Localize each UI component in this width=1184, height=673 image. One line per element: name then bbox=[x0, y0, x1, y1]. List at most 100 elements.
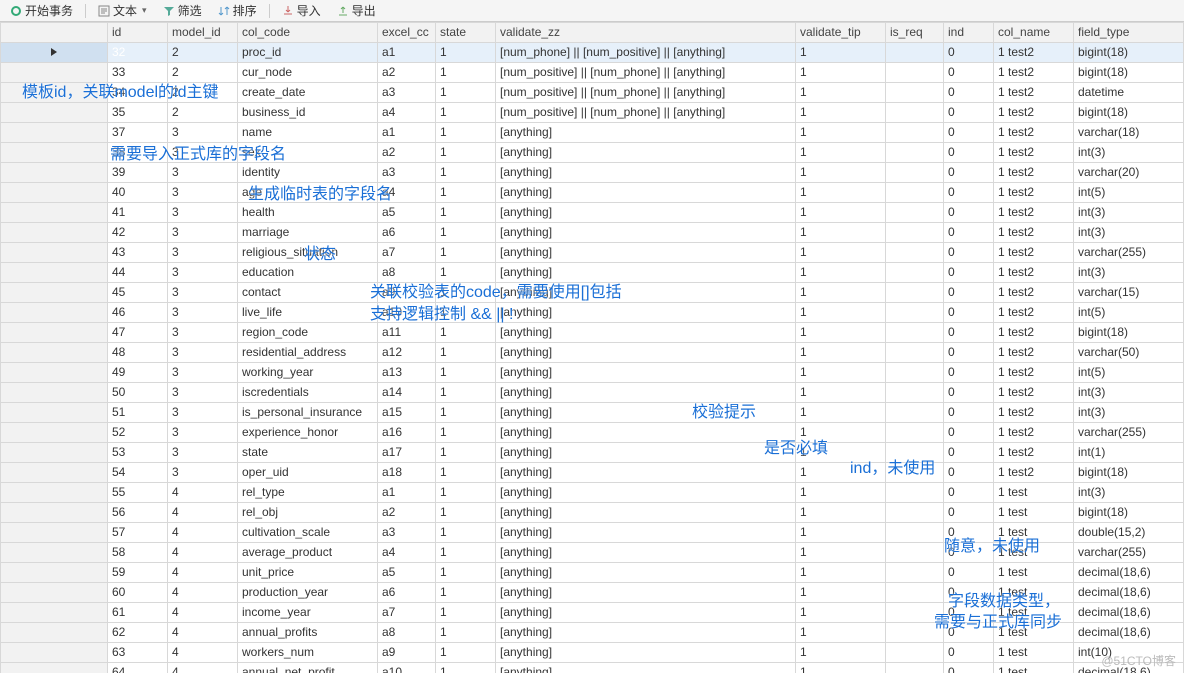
cell-state[interactable]: 1 bbox=[436, 83, 496, 103]
col-ind[interactable]: ind bbox=[944, 23, 994, 43]
row-handle[interactable] bbox=[1, 143, 108, 163]
cell-is-req[interactable] bbox=[886, 103, 944, 123]
row-handle[interactable] bbox=[1, 443, 108, 463]
cell-col-code[interactable]: marriage bbox=[238, 223, 378, 243]
cell-model-id[interactable]: 4 bbox=[168, 663, 238, 673]
cell-id[interactable]: 37 bbox=[108, 123, 168, 143]
cell-col-name[interactable]: 1 test2 bbox=[994, 243, 1074, 263]
cell-col-code[interactable]: name bbox=[238, 123, 378, 143]
row-handle[interactable] bbox=[1, 543, 108, 563]
cell-is-req[interactable] bbox=[886, 223, 944, 243]
cell-col-code[interactable]: income_year bbox=[238, 603, 378, 623]
cell-col-name[interactable]: 1 test2 bbox=[994, 423, 1074, 443]
cell-validate-tip[interactable]: 1 bbox=[796, 623, 886, 643]
row-handle[interactable] bbox=[1, 463, 108, 483]
cell-ind[interactable]: 0 bbox=[944, 63, 994, 83]
row-handle[interactable] bbox=[1, 263, 108, 283]
cell-field-type[interactable]: varchar(15) bbox=[1074, 283, 1184, 303]
cell-ind[interactable]: 0 bbox=[944, 223, 994, 243]
table-row[interactable]: 493working_yeara131[anything]101 test2in… bbox=[1, 363, 1184, 383]
cell-is-req[interactable] bbox=[886, 203, 944, 223]
cell-col-code[interactable]: sex bbox=[238, 143, 378, 163]
cell-is-req[interactable] bbox=[886, 343, 944, 363]
cell-state[interactable]: 1 bbox=[436, 343, 496, 363]
cell-excel-col-code[interactable]: a2 bbox=[378, 143, 436, 163]
cell-validate-zz[interactable]: [anything] bbox=[496, 323, 796, 343]
cell-state[interactable]: 1 bbox=[436, 183, 496, 203]
table-row[interactable]: 483residential_addressa121[anything]101 … bbox=[1, 343, 1184, 363]
cell-excel-col-code[interactable]: a4 bbox=[378, 103, 436, 123]
cell-col-name[interactable]: 1 test bbox=[994, 663, 1074, 673]
cell-id[interactable]: 55 bbox=[108, 483, 168, 503]
cell-col-code[interactable]: cur_node bbox=[238, 63, 378, 83]
cell-field-type[interactable]: bigint(18) bbox=[1074, 43, 1184, 63]
cell-validate-tip[interactable]: 1 bbox=[796, 543, 886, 563]
cell-validate-zz[interactable]: [num_phone] || [num_positive] || [anythi… bbox=[496, 43, 796, 63]
cell-col-code[interactable]: cultivation_scale bbox=[238, 523, 378, 543]
cell-validate-tip[interactable]: 1 bbox=[796, 123, 886, 143]
cell-id[interactable]: 42 bbox=[108, 223, 168, 243]
cell-validate-zz[interactable]: [anything] bbox=[496, 623, 796, 643]
cell-field-type[interactable]: int(5) bbox=[1074, 363, 1184, 383]
cell-ind[interactable]: 0 bbox=[944, 463, 994, 483]
cell-validate-zz[interactable]: [anything] bbox=[496, 523, 796, 543]
cell-model-id[interactable]: 3 bbox=[168, 203, 238, 223]
cell-excel-col-code[interactable]: a5 bbox=[378, 563, 436, 583]
cell-is-req[interactable] bbox=[886, 663, 944, 673]
cell-col-name[interactable]: 1 test2 bbox=[994, 383, 1074, 403]
table-row[interactable]: 584average_producta41[anything]101 testv… bbox=[1, 543, 1184, 563]
table-row[interactable]: 332cur_nodea21[num_positive] || [num_pho… bbox=[1, 63, 1184, 83]
col-id[interactable]: id bbox=[108, 23, 168, 43]
cell-col-name[interactable]: 1 test2 bbox=[994, 223, 1074, 243]
cell-field-type[interactable]: varchar(50) bbox=[1074, 343, 1184, 363]
cell-ind[interactable]: 0 bbox=[944, 183, 994, 203]
cell-id[interactable]: 46 bbox=[108, 303, 168, 323]
cell-model-id[interactable]: 4 bbox=[168, 543, 238, 563]
cell-id[interactable]: 54 bbox=[108, 463, 168, 483]
cell-is-req[interactable] bbox=[886, 623, 944, 643]
cell-id[interactable]: 60 bbox=[108, 583, 168, 603]
cell-validate-zz[interactable]: [anything] bbox=[496, 223, 796, 243]
cell-field-type[interactable]: int(3) bbox=[1074, 143, 1184, 163]
cell-excel-col-code[interactable]: a18 bbox=[378, 463, 436, 483]
table-row[interactable]: 634workers_numa91[anything]101 testint(1… bbox=[1, 643, 1184, 663]
cell-excel-col-code[interactable]: a17 bbox=[378, 443, 436, 463]
cell-validate-zz[interactable]: [anything] bbox=[496, 583, 796, 603]
row-handle[interactable] bbox=[1, 103, 108, 123]
row-handle[interactable] bbox=[1, 603, 108, 623]
cell-excel-col-code[interactable]: a11 bbox=[378, 323, 436, 343]
cell-model-id[interactable]: 3 bbox=[168, 263, 238, 283]
cell-excel-col-code[interactable]: a3 bbox=[378, 523, 436, 543]
table-row[interactable]: 443educationa81[anything]101 test2int(3) bbox=[1, 263, 1184, 283]
cell-col-name[interactable]: 1 test2 bbox=[994, 263, 1074, 283]
cell-col-name[interactable]: 1 test bbox=[994, 643, 1074, 663]
btn-import[interactable]: 导入 bbox=[276, 1, 327, 20]
cell-model-id[interactable]: 3 bbox=[168, 383, 238, 403]
cell-col-name[interactable]: 1 test2 bbox=[994, 203, 1074, 223]
cell-state[interactable]: 1 bbox=[436, 523, 496, 543]
cell-col-code[interactable]: health bbox=[238, 203, 378, 223]
row-handle[interactable] bbox=[1, 283, 108, 303]
cell-ind[interactable]: 0 bbox=[944, 543, 994, 563]
table-row[interactable]: 564rel_obja21[anything]101 testbigint(18… bbox=[1, 503, 1184, 523]
cell-field-type[interactable]: bigint(18) bbox=[1074, 323, 1184, 343]
cell-is-req[interactable] bbox=[886, 123, 944, 143]
cell-col-code[interactable]: religious_situation bbox=[238, 243, 378, 263]
cell-id[interactable]: 34 bbox=[108, 83, 168, 103]
cell-ind[interactable]: 0 bbox=[944, 283, 994, 303]
cell-col-code[interactable]: identity bbox=[238, 163, 378, 183]
cell-is-req[interactable] bbox=[886, 503, 944, 523]
row-handle[interactable] bbox=[1, 583, 108, 603]
cell-col-name[interactable]: 1 test2 bbox=[994, 143, 1074, 163]
cell-state[interactable]: 1 bbox=[436, 223, 496, 243]
cell-model-id[interactable]: 3 bbox=[168, 223, 238, 243]
cell-id[interactable]: 33 bbox=[108, 63, 168, 83]
cell-state[interactable]: 1 bbox=[436, 483, 496, 503]
row-handle[interactable] bbox=[1, 623, 108, 643]
cell-excel-col-code[interactable]: a1 bbox=[378, 123, 436, 143]
row-handle[interactable] bbox=[1, 343, 108, 363]
cell-col-name[interactable]: 1 test bbox=[994, 583, 1074, 603]
cell-col-name[interactable]: 1 test bbox=[994, 623, 1074, 643]
cell-is-req[interactable] bbox=[886, 283, 944, 303]
cell-validate-tip[interactable]: 1 bbox=[796, 243, 886, 263]
